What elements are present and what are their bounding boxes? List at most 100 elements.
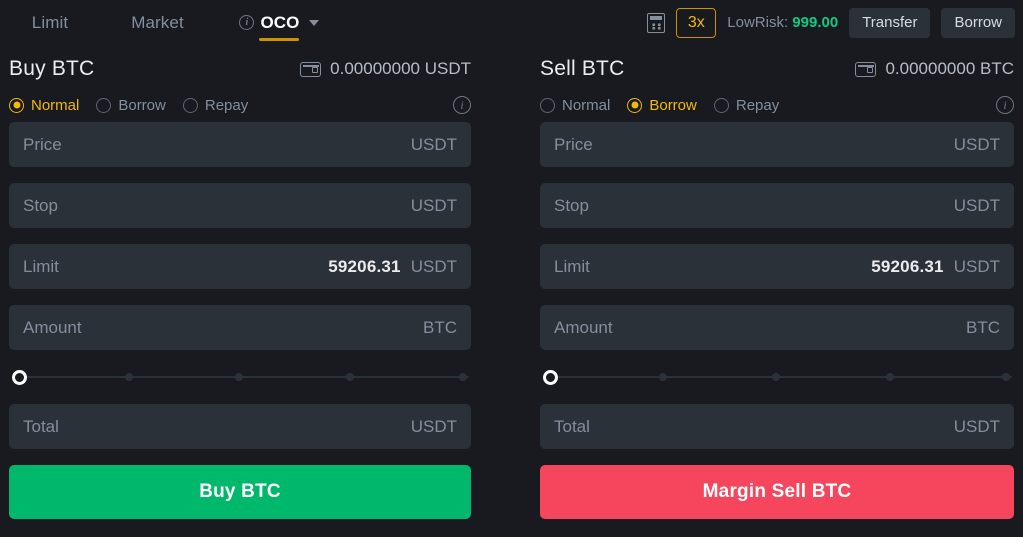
buy-mode-normal-label: Normal <box>31 96 80 114</box>
buy-mode-repay-label: Repay <box>204 96 249 114</box>
radio-icon <box>96 97 112 113</box>
buy-mode-info-icon[interactable]: i <box>453 96 471 114</box>
slider-tick[interactable] <box>457 371 470 383</box>
slider-handle[interactable] <box>12 370 27 385</box>
info-icon: i <box>239 15 255 30</box>
slider-tick[interactable] <box>122 371 135 383</box>
buy-price-label: Price <box>23 134 62 154</box>
leverage-badge[interactable]: 3x <box>676 7 717 38</box>
sell-mode-borrow-label: Borrow <box>649 96 697 114</box>
radio-icon <box>540 97 555 113</box>
trading-order-form: Limit Market i OCO 3x LowRisk: 999.00 Tr… <box>0 0 1023 537</box>
buy-limit-field[interactable]: Limit 59206.31 USDT <box>9 244 471 289</box>
sell-limit-label: Limit <box>554 256 590 276</box>
sell-total-field[interactable]: Total USDT <box>540 404 1014 449</box>
buy-amount-unit: BTC <box>423 317 457 337</box>
sell-panel: Sell BTC 0.00000000 BTC Normal Borrow Re… <box>540 50 1023 537</box>
sell-price-field[interactable]: Price USDT <box>540 122 1014 167</box>
buy-mode-borrow-label: Borrow <box>118 96 166 114</box>
tab-market-label: Market <box>131 12 184 32</box>
buy-amount-label: Amount <box>23 317 82 337</box>
sell-total-label: Total <box>554 416 590 436</box>
sell-mode-repay[interactable]: Repay <box>713 96 780 114</box>
buy-mode-repay[interactable]: Repay <box>182 96 249 114</box>
order-type-tabs: Limit Market i OCO <box>0 0 343 45</box>
buy-price-field[interactable]: Price USDT <box>9 122 471 167</box>
slider-tick[interactable] <box>770 371 782 383</box>
sell-balance-value: 0.00000000 BTC <box>885 59 1014 78</box>
buy-mode-normal[interactable]: Normal <box>9 97 79 114</box>
sell-panel-title: Sell BTC <box>540 57 625 80</box>
buy-stop-field[interactable]: Stop USDT <box>9 183 471 228</box>
sell-stop-field[interactable]: Stop USDT <box>540 183 1014 228</box>
buy-limit-unit: USDT <box>410 256 457 276</box>
sell-mode-row: Normal Borrow Repay i <box>540 88 1014 122</box>
slider-tick[interactable] <box>1000 371 1012 383</box>
sell-mode-normal[interactable]: Normal <box>540 97 610 114</box>
buy-price-unit: USDT <box>410 134 457 154</box>
tab-oco[interactable]: i OCO <box>215 0 343 45</box>
buy-mode-borrow[interactable]: Borrow <box>96 97 166 114</box>
risk-label: LowRisk: <box>727 14 789 31</box>
risk-indicator: LowRisk: 999.00 <box>727 14 838 31</box>
margin-toolbar: 3x LowRisk: 999.00 Transfer Borrow <box>647 0 1015 45</box>
transfer-button[interactable]: Transfer <box>849 7 931 38</box>
radio-icon <box>182 97 198 113</box>
slider-tick[interactable] <box>344 371 356 383</box>
slider-track <box>550 376 1012 378</box>
buy-balance-value: 0.00000000 USDT <box>330 59 471 78</box>
slider-track <box>19 376 469 378</box>
sell-stop-label: Stop <box>554 195 589 215</box>
buy-submit-button[interactable]: Buy BTC <box>9 465 471 519</box>
sell-limit-value: 59206.31 <box>871 256 944 276</box>
sell-total-unit: USDT <box>953 416 1000 436</box>
calculator-icon[interactable] <box>647 12 666 33</box>
sell-price-unit: USDT <box>953 134 1000 154</box>
sell-panel-header: Sell BTC 0.00000000 BTC <box>540 50 1014 88</box>
buy-total-label: Total <box>23 416 59 436</box>
risk-value: 999.00 <box>792 14 839 31</box>
order-type-toolbar: Limit Market i OCO 3x LowRisk: 999.00 Tr… <box>0 0 1023 45</box>
borrow-button[interactable]: Borrow <box>941 7 1015 38</box>
order-panels: Buy BTC 0.00000000 USDT Normal Borrow Re… <box>0 50 1023 537</box>
buy-stop-unit: USDT <box>410 195 457 215</box>
sell-amount-slider[interactable] <box>540 364 1014 390</box>
buy-limit-value: 59206.31 <box>328 256 401 276</box>
buy-panel-title: Buy BTC <box>9 57 95 80</box>
radio-icon <box>627 97 643 113</box>
wallet-icon <box>855 61 877 77</box>
sell-mode-normal-label: Normal <box>562 96 611 114</box>
slider-tick[interactable] <box>656 371 669 383</box>
tab-oco-label: OCO <box>260 12 300 32</box>
buy-stop-label: Stop <box>23 195 58 215</box>
sell-amount-field[interactable]: Amount BTC <box>540 305 1014 350</box>
buy-panel-header: Buy BTC 0.00000000 USDT <box>9 50 471 88</box>
sell-mode-borrow[interactable]: Borrow <box>627 97 697 114</box>
sell-price-label: Price <box>554 134 593 154</box>
buy-amount-slider[interactable] <box>9 364 471 390</box>
chevron-down-icon[interactable] <box>308 19 319 26</box>
buy-total-field[interactable]: Total USDT <box>9 404 471 449</box>
tab-market[interactable]: Market <box>100 0 215 45</box>
sell-amount-unit: BTC <box>966 317 1000 337</box>
buy-limit-label: Limit <box>23 256 59 276</box>
buy-total-unit: USDT <box>410 416 457 436</box>
sell-limit-field[interactable]: Limit 59206.31 USDT <box>540 244 1014 289</box>
sell-amount-label: Amount <box>554 317 613 337</box>
slider-tick[interactable] <box>884 371 896 383</box>
buy-panel: Buy BTC 0.00000000 USDT Normal Borrow Re… <box>0 50 480 537</box>
sell-stop-unit: USDT <box>953 195 1000 215</box>
slider-handle[interactable] <box>543 370 558 385</box>
active-tab-indicator <box>259 38 299 41</box>
sell-available-balance: 0.00000000 BTC <box>855 59 1014 79</box>
slider-tick[interactable] <box>233 371 246 383</box>
buy-amount-field[interactable]: Amount BTC <box>9 305 471 350</box>
leverage-value: 3x <box>687 13 705 31</box>
tab-limit[interactable]: Limit <box>0 0 100 45</box>
sell-mode-info-icon[interactable]: i <box>996 96 1014 114</box>
wallet-icon <box>300 61 322 77</box>
sell-submit-button[interactable]: Margin Sell BTC <box>540 465 1014 519</box>
sell-mode-repay-label: Repay <box>735 96 780 114</box>
radio-icon <box>9 97 24 113</box>
buy-available-balance: 0.00000000 USDT <box>300 59 471 79</box>
